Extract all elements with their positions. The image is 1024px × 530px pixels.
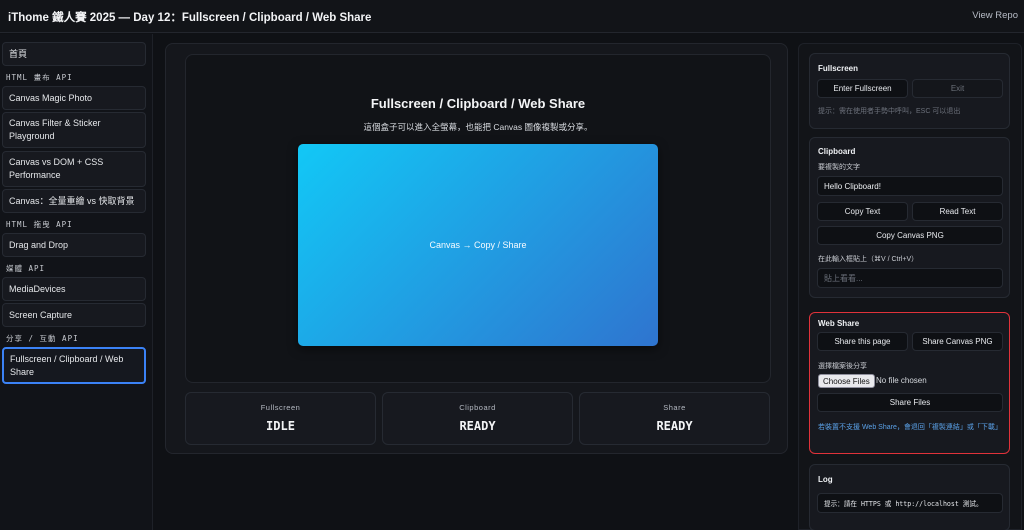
sidebar-item-canvas-filter[interactable]: Canvas Filter & Sticker Playground <box>2 112 146 148</box>
copy-canvas-png-button[interactable]: Copy Canvas PNG <box>817 226 1003 245</box>
status-value: READY <box>656 419 693 433</box>
demo-canvas[interactable]: Canvas → Copy / Share <box>298 144 658 346</box>
panel-title: Fullscreen <box>818 64 859 73</box>
copy-text-button[interactable]: Copy Text <box>817 202 908 221</box>
sidebar-item-home[interactable]: 首頁 <box>2 42 146 66</box>
status-card-share: Share READY <box>579 392 770 445</box>
paste-input[interactable] <box>817 268 1003 288</box>
sidebar-section-share: 分享 / 互動 API <box>6 334 79 343</box>
choose-files-label: 選擇檔案後分享 <box>818 363 867 370</box>
copy-text-label: 要複製的文字 <box>818 164 860 171</box>
main-content: Fullscreen / Clipboard / Web Share 這個盒子可… <box>165 43 788 454</box>
panel-title: Log <box>818 475 833 484</box>
log-panel: Log 提示：請在 HTTPS 或 http://localhost 測試。 <box>809 464 1010 530</box>
view-repo-link[interactable]: View Repo <box>972 10 1018 21</box>
share-canvas-png-button[interactable]: Share Canvas PNG <box>912 332 1003 351</box>
status-value: READY <box>459 419 496 433</box>
status-label: Share <box>663 403 686 412</box>
fullscreen-hint: 提示：需在使用者手勢中呼叫，ESC 可以退出 <box>818 108 961 115</box>
status-label: Clipboard <box>459 403 496 412</box>
sidebar-item-drag-and-drop[interactable]: Drag and Drop <box>2 233 146 257</box>
stage-subtitle: 這個盒子可以進入全螢幕，也能把 Canvas 圖像複製或分享。 <box>363 122 593 132</box>
fullscreen-panel: Fullscreen Enter Fullscreen Exit 提示：需在使用… <box>809 53 1010 129</box>
sidebar-section-canvas: HTML 畫布 API <box>6 73 73 82</box>
read-text-button[interactable]: Read Text <box>912 202 1003 221</box>
sidebar-item-canvas-vs-dom[interactable]: Canvas vs DOM + CSS Performance <box>2 151 146 187</box>
status-value: IDLE <box>266 419 295 433</box>
share-page-button[interactable]: Share this page <box>817 332 908 351</box>
canvas-label: Canvas → Copy / Share <box>429 240 527 250</box>
copy-text-input[interactable] <box>817 176 1003 196</box>
sidebar-section-media: 媒體 API <box>6 264 46 273</box>
log-output: 提示：請在 HTTPS 或 http://localhost 測試。 <box>817 493 1003 513</box>
sidebar-item-media-devices[interactable]: MediaDevices <box>2 277 146 301</box>
file-status: No file chosen <box>876 376 927 385</box>
sidebar-item-fullscreen-clipboard-share[interactable]: Fullscreen / Clipboard / Web Share <box>2 347 146 384</box>
status-label: Fullscreen <box>260 403 301 412</box>
sidebar: 首頁 HTML 畫布 API Canvas Magic Photo Canvas… <box>0 34 153 530</box>
sidebar-item-canvas-redraw[interactable]: Canvas：全量重繪 vs 快取背景 <box>2 189 146 213</box>
web-share-panel: Web Share Share this page Share Canvas P… <box>809 312 1010 454</box>
sidebar-item-screen-capture[interactable]: Screen Capture <box>2 303 146 327</box>
status-card-fullscreen: Fullscreen IDLE <box>185 392 376 445</box>
enter-fullscreen-button[interactable]: Enter Fullscreen <box>817 79 908 98</box>
clipboard-panel: Clipboard 要複製的文字 Copy Text Read Text Cop… <box>809 137 1010 298</box>
fullscreen-stage: Fullscreen / Clipboard / Web Share 這個盒子可… <box>185 54 771 383</box>
share-files-button[interactable]: Share Files <box>817 393 1003 412</box>
status-card-clipboard: Clipboard READY <box>382 392 573 445</box>
top-bar: iThome 鐵人賽 2025 — Day 12：Fullscreen / Cl… <box>0 0 1024 33</box>
choose-files-button[interactable]: Choose Files <box>818 374 875 388</box>
stage-title: Fullscreen / Clipboard / Web Share <box>370 96 586 111</box>
control-panels: Fullscreen Enter Fullscreen Exit 提示：需在使用… <box>798 43 1022 530</box>
paste-label: 在此輸入框貼上（⌘V / Ctrl+V） <box>818 256 919 263</box>
panel-title: Clipboard <box>818 147 856 156</box>
app-title: iThome 鐵人賽 2025 — Day 12：Fullscreen / Cl… <box>8 12 372 24</box>
panel-title: Web Share <box>818 319 860 328</box>
sidebar-item-canvas-magic-photo[interactable]: Canvas Magic Photo <box>2 86 146 110</box>
sidebar-section-drag: HTML 拖曳 API <box>6 220 73 229</box>
share-fallback-note: 若裝置不支援 Web Share，會退回「複製連結」或「下載」 <box>818 424 1002 431</box>
exit-fullscreen-button[interactable]: Exit <box>912 79 1003 98</box>
